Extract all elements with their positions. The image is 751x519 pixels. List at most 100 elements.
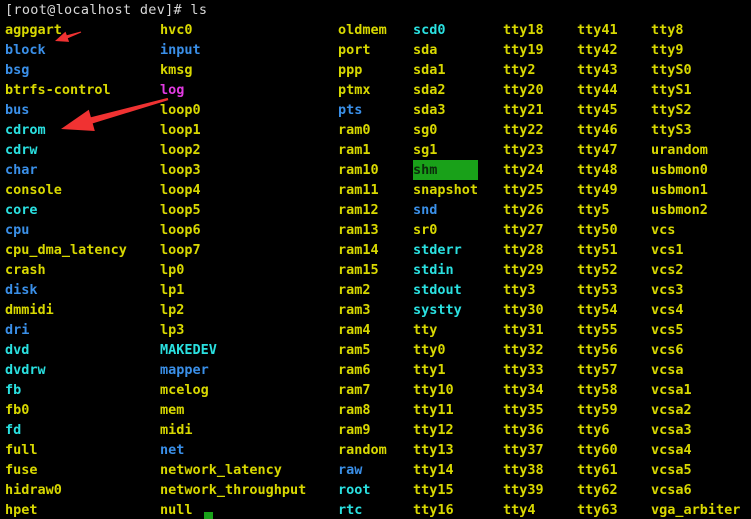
ls-entry[interactable]: bus	[5, 100, 127, 120]
ls-entry[interactable]: tty30	[503, 300, 544, 320]
ls-entry[interactable]: stdin	[413, 260, 478, 280]
ls-entry[interactable]: vcsa5	[651, 460, 740, 480]
ls-entry[interactable]: loop6	[160, 220, 306, 240]
ls-entry[interactable]: crash	[5, 260, 127, 280]
ls-entry[interactable]: ram15	[338, 260, 387, 280]
ls-entry[interactable]: vcsa6	[651, 480, 740, 500]
ls-entry[interactable]: tty46	[577, 120, 618, 140]
ls-entry[interactable]: tty47	[577, 140, 618, 160]
ls-entry[interactable]: sda3	[413, 100, 478, 120]
ls-entry[interactable]: tty32	[503, 340, 544, 360]
ls-entry[interactable]: tty2	[503, 60, 544, 80]
ls-entry[interactable]: tty45	[577, 100, 618, 120]
ls-entry[interactable]: vcs5	[651, 320, 740, 340]
ls-entry[interactable]: random	[338, 440, 387, 460]
ls-entry[interactable]: tty63	[577, 500, 618, 519]
ls-entry[interactable]: tty12	[413, 420, 478, 440]
ls-entry[interactable]: tty0	[413, 340, 478, 360]
ls-entry[interactable]: midi	[160, 420, 306, 440]
ls-entry[interactable]: tty4	[503, 500, 544, 519]
ls-entry[interactable]: ttyS2	[651, 100, 740, 120]
ls-entry[interactable]: tty27	[503, 220, 544, 240]
ls-entry[interactable]: tty57	[577, 360, 618, 380]
ls-entry[interactable]: vcsa4	[651, 440, 740, 460]
ls-entry[interactable]: sda2	[413, 80, 478, 100]
ls-entry[interactable]: cdrom	[5, 120, 127, 140]
ls-entry[interactable]: tty37	[503, 440, 544, 460]
ls-entry[interactable]: tty16	[413, 500, 478, 519]
ls-entry[interactable]: loop2	[160, 140, 306, 160]
ls-entry[interactable]: console	[5, 180, 127, 200]
ls-entry[interactable]: tty62	[577, 480, 618, 500]
ls-entry[interactable]: tty36	[503, 420, 544, 440]
ls-entry[interactable]: tty5	[577, 200, 618, 220]
ls-entry[interactable]: tty25	[503, 180, 544, 200]
ls-entry[interactable]: tty1	[413, 360, 478, 380]
ls-entry[interactable]: tty26	[503, 200, 544, 220]
ls-entry[interactable]: vcs2	[651, 260, 740, 280]
ls-entry[interactable]: lp1	[160, 280, 306, 300]
ls-entry[interactable]: mapper	[160, 360, 306, 380]
ls-entry[interactable]: ttyS1	[651, 80, 740, 100]
ls-entry[interactable]: tty15	[413, 480, 478, 500]
ls-entry[interactable]: stderr	[413, 240, 478, 260]
ls-entry[interactable]: tty60	[577, 440, 618, 460]
ls-entry[interactable]: ram3	[338, 300, 387, 320]
ls-entry[interactable]: tty20	[503, 80, 544, 100]
ls-entry[interactable]: ram14	[338, 240, 387, 260]
ls-entry[interactable]: tty56	[577, 340, 618, 360]
ls-entry[interactable]: MAKEDEV	[160, 340, 306, 360]
ls-entry[interactable]: ram10	[338, 160, 387, 180]
ls-entry[interactable]: snapshot	[413, 180, 478, 200]
ls-entry[interactable]: loop7	[160, 240, 306, 260]
ls-entry[interactable]: vcsa	[651, 360, 740, 380]
ls-entry[interactable]: oldmem	[338, 20, 387, 40]
ls-entry[interactable]: tty3	[503, 280, 544, 300]
ls-entry[interactable]: ram2	[338, 280, 387, 300]
ls-entry[interactable]: sda	[413, 40, 478, 60]
ls-entry[interactable]: tty19	[503, 40, 544, 60]
ls-entry[interactable]: mcelog	[160, 380, 306, 400]
ls-entry[interactable]: tty39	[503, 480, 544, 500]
ls-entry[interactable]: tty61	[577, 460, 618, 480]
ls-entry[interactable]: tty54	[577, 300, 618, 320]
ls-entry[interactable]: sda1	[413, 60, 478, 80]
ls-entry[interactable]: tty59	[577, 400, 618, 420]
ls-entry[interactable]: lp3	[160, 320, 306, 340]
ls-entry[interactable]: shm	[413, 160, 479, 180]
ls-entry[interactable]: sg1	[413, 140, 478, 160]
ls-entry[interactable]: net	[160, 440, 306, 460]
ls-entry[interactable]: urandom	[651, 140, 740, 160]
ls-entry[interactable]: tty14	[413, 460, 478, 480]
ls-entry[interactable]: vcs1	[651, 240, 740, 260]
ls-entry[interactable]: tty55	[577, 320, 618, 340]
ls-entry[interactable]: log	[160, 80, 306, 100]
ls-entry[interactable]: vga_arbiter	[651, 500, 740, 519]
ls-entry[interactable]: kmsg	[160, 60, 306, 80]
ls-entry[interactable]: tty43	[577, 60, 618, 80]
ls-entry[interactable]: tty22	[503, 120, 544, 140]
ls-entry[interactable]: loop3	[160, 160, 306, 180]
ls-entry[interactable]: hvc0	[160, 20, 306, 40]
ls-entry[interactable]: tty13	[413, 440, 478, 460]
ls-entry[interactable]: tty8	[651, 20, 740, 40]
ls-entry[interactable]: tty28	[503, 240, 544, 260]
ls-entry[interactable]: fb0	[5, 400, 127, 420]
ls-entry[interactable]: agpgart	[5, 20, 127, 40]
ls-entry[interactable]: rtc	[338, 500, 387, 519]
ls-entry[interactable]: usbmon2	[651, 200, 740, 220]
ls-entry[interactable]: vcs3	[651, 280, 740, 300]
ls-entry[interactable]: ram7	[338, 380, 387, 400]
ls-entry[interactable]: lp0	[160, 260, 306, 280]
ls-entry[interactable]: systty	[413, 300, 478, 320]
ls-entry[interactable]: dri	[5, 320, 127, 340]
ls-entry[interactable]: dvdrw	[5, 360, 127, 380]
ls-entry[interactable]: snd	[413, 200, 478, 220]
ls-entry[interactable]: tty6	[577, 420, 618, 440]
ls-entry[interactable]: sg0	[413, 120, 478, 140]
ls-entry[interactable]: ram4	[338, 320, 387, 340]
ls-entry[interactable]: usbmon0	[651, 160, 740, 180]
ls-entry[interactable]: network_throughput	[160, 480, 306, 500]
ls-entry[interactable]: loop0	[160, 100, 306, 120]
ls-entry[interactable]: tty33	[503, 360, 544, 380]
